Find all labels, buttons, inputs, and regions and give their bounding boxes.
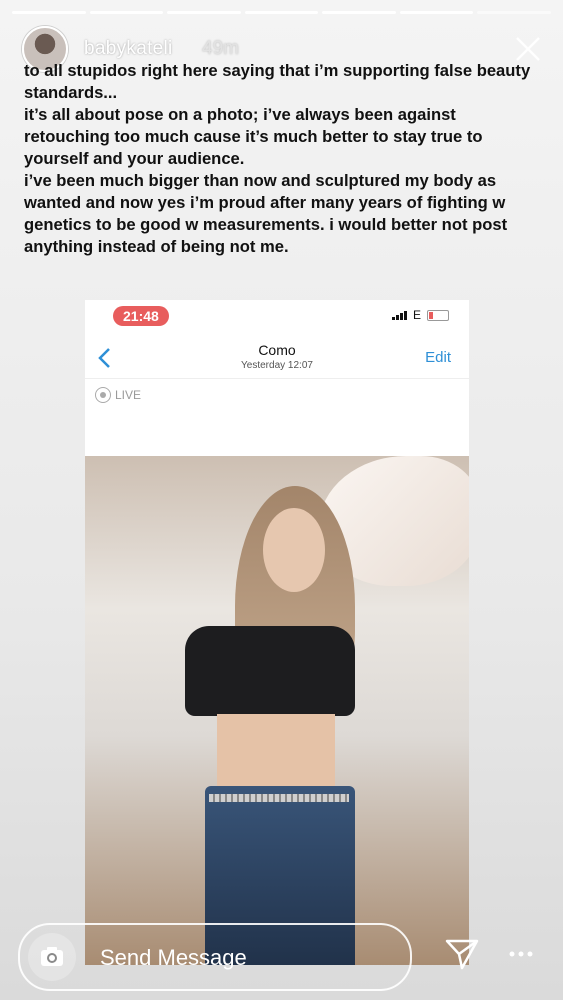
- send-message-input[interactable]: [98, 942, 382, 974]
- progress-segment: [167, 11, 241, 14]
- caption-line: to all stupidos right here saying that i…: [24, 61, 531, 102]
- network-label: E: [412, 308, 421, 322]
- live-badge: LIVE: [95, 387, 141, 403]
- progress-segment: [322, 11, 396, 14]
- username[interactable]: babykateli: [84, 38, 173, 60]
- embedded-phone-screenshot: 21:48 E Como Yesterday 12:07 Edit LIVE: [85, 300, 469, 965]
- send-icon[interactable]: [444, 936, 480, 972]
- photos-nav-bar: Como Yesterday 12:07 Edit: [85, 342, 469, 379]
- photo-face: [263, 508, 325, 592]
- photo-black-top: [185, 626, 355, 716]
- story-caption: to all stupidos right here saying that i…: [24, 60, 539, 258]
- progress-segment: [399, 11, 474, 14]
- status-time: 21:48: [113, 306, 169, 326]
- photo-belt: [209, 794, 349, 802]
- status-indicators: E: [391, 308, 449, 322]
- post-time: 49m: [202, 38, 239, 59]
- caption-line: i’ve been much bigger than now and sculp…: [24, 171, 508, 256]
- photo-waist: [217, 714, 335, 794]
- more-icon[interactable]: [506, 944, 536, 964]
- progress-segment: [89, 11, 164, 14]
- progress-segment: [244, 11, 319, 14]
- battery-icon: [427, 309, 449, 321]
- live-photo-icon: [95, 387, 111, 403]
- reply-box[interactable]: [18, 923, 412, 991]
- album-title: Como: [258, 342, 296, 358]
- progress-segment: [477, 11, 552, 14]
- album-subtitle: Yesterday 12:07: [241, 360, 313, 371]
- story-progress-bar: [12, 11, 552, 14]
- photo: [85, 456, 469, 965]
- edit-button[interactable]: Edit: [425, 349, 451, 366]
- progress-segment: [12, 11, 86, 14]
- caption-line: it’s all about pose on a photo; i’ve alw…: [24, 105, 483, 168]
- signal-icon: [391, 310, 407, 320]
- live-label: LIVE: [115, 388, 142, 402]
- camera-icon[interactable]: [28, 933, 76, 981]
